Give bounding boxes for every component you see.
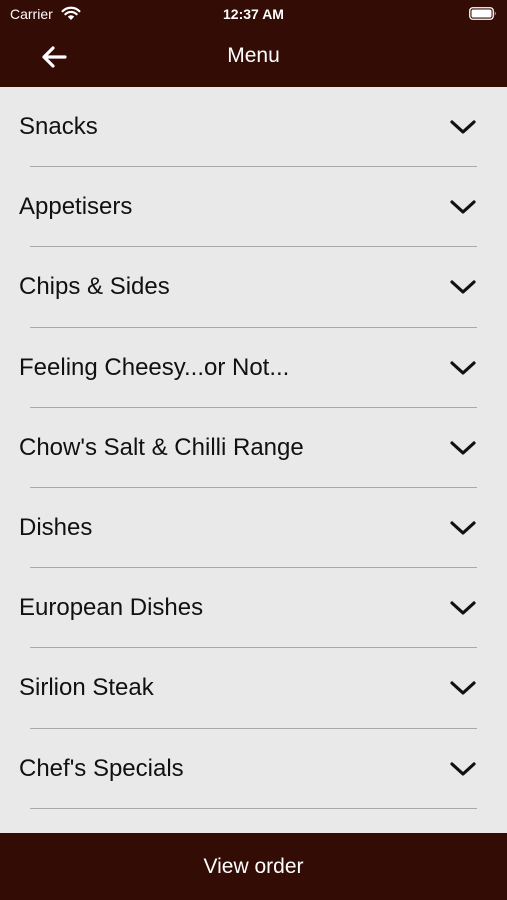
- clock: 12:37 AM: [223, 6, 284, 22]
- chevron-down-icon: [450, 120, 476, 134]
- view-order-label: View order: [203, 854, 304, 878]
- chevron-down-icon: [450, 761, 476, 776]
- chevron-down-icon: [450, 601, 476, 615]
- menu-category-list: Snacks Appetisers Chips & Sides Feeling …: [0, 87, 507, 833]
- chevron-down-icon: [450, 681, 476, 695]
- chevron-down-icon: [450, 521, 476, 535]
- menu-category-item[interactable]: Appetisers: [0, 167, 507, 248]
- chevron-down-icon: [450, 200, 476, 214]
- menu-category-label: Appetisers: [19, 193, 133, 221]
- page-title: Menu: [227, 44, 280, 67]
- menu-category-item[interactable]: Chow's Salt & Chilli Range: [0, 408, 507, 488]
- menu-category-item[interactable]: Dishes: [0, 488, 507, 569]
- status-bar: Carrier 12:37 AM: [0, 0, 507, 28]
- menu-category-item[interactable]: Chef's Specials: [0, 729, 507, 809]
- menu-category-label: Chow's Salt & Chilli Range: [19, 433, 304, 461]
- menu-category-item[interactable]: Feeling Cheesy...or Not...: [0, 328, 507, 408]
- menu-category-label: European Dishes: [19, 594, 204, 622]
- battery-icon: [469, 7, 496, 20]
- menu-category-label: Dishes: [19, 513, 93, 541]
- menu-category-label: Feeling Cheesy...or Not...: [19, 353, 290, 381]
- menu-category-label: Chips & Sides: [19, 273, 170, 301]
- top-bar: Carrier 12:37 AM Menu: [0, 0, 507, 87]
- menu-category-label: Snacks: [19, 113, 98, 140]
- chevron-down-icon: [450, 441, 476, 455]
- chevron-down-icon: [450, 280, 476, 294]
- menu-category-item[interactable]: Sirlion Steak: [0, 648, 507, 729]
- divider: [30, 807, 477, 809]
- chevron-down-icon: [450, 360, 476, 375]
- navigation-bar: Menu: [0, 28, 507, 87]
- menu-category-item[interactable]: Chips & Sides: [0, 247, 507, 328]
- menu-category-label: Sirlion Steak: [19, 674, 154, 702]
- menu-category-item[interactable]: Snacks: [0, 87, 507, 168]
- menu-category-item[interactable]: European Dishes: [0, 568, 507, 649]
- menu-category-label: Chef's Specials: [19, 754, 184, 782]
- view-order-button[interactable]: View order: [0, 833, 507, 900]
